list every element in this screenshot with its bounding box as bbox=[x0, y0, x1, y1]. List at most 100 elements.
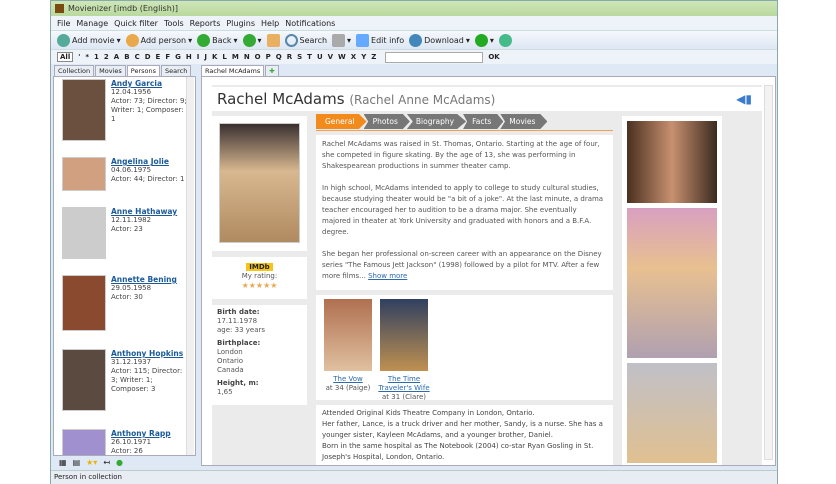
edit-info-button[interactable]: Edit info bbox=[356, 33, 404, 47]
gallery-photo[interactable] bbox=[627, 363, 717, 463]
person-list-item[interactable]: Anthony Rapp 26.10.1971 Actor: 26 bbox=[62, 429, 189, 455]
star-filter-icon[interactable]: ★▾ bbox=[86, 458, 97, 467]
alpha-filter-25[interactable]: U bbox=[317, 53, 323, 61]
add-person-button[interactable]: Add person ▾ bbox=[125, 33, 192, 47]
person-thumbnail[interactable] bbox=[62, 79, 106, 141]
alpha-filter-1[interactable]: ' bbox=[78, 53, 80, 61]
alpha-filter-29[interactable]: Y bbox=[361, 53, 366, 61]
back-icon[interactable]: ↤ bbox=[103, 458, 110, 467]
view-mode-icon[interactable]: ▦ bbox=[59, 458, 67, 467]
alpha-filter-20[interactable]: P bbox=[266, 53, 271, 61]
tab-search[interactable]: Search bbox=[161, 65, 192, 76]
person-name-link[interactable]: Andy Garcia bbox=[111, 79, 162, 88]
alpha-filter-30[interactable]: Z bbox=[371, 53, 376, 61]
alpha-filter-14[interactable]: J bbox=[204, 53, 207, 61]
menu-help[interactable]: Help bbox=[261, 19, 279, 28]
print-button[interactable]: ▾ bbox=[332, 33, 351, 47]
forward-button[interactable]: ▾ bbox=[242, 33, 262, 47]
alpha-filter-8[interactable]: D bbox=[145, 53, 151, 61]
alpha-search-input[interactable] bbox=[385, 51, 484, 63]
alpha-filter-10[interactable]: F bbox=[165, 53, 170, 61]
add-movie-button[interactable]: Add movie ▾ bbox=[57, 33, 121, 47]
menu-quick-filter[interactable]: Quick filter bbox=[114, 19, 158, 28]
details-scrollbar[interactable] bbox=[764, 85, 773, 460]
speaker-icon[interactable]: ◀▮ bbox=[736, 87, 752, 111]
menu-file[interactable]: File bbox=[57, 19, 70, 28]
movie-item[interactable]: The Time Traveler's Wife at 31 (Clare) bbox=[376, 299, 432, 402]
check-icon[interactable]: ● bbox=[116, 458, 123, 467]
rating-stars[interactable]: ★★★★★ bbox=[212, 282, 307, 290]
tab-movies[interactable]: Movies bbox=[500, 114, 548, 129]
alpha-filter-7[interactable]: C bbox=[135, 53, 140, 61]
alpha-filter-9[interactable]: E bbox=[156, 53, 161, 61]
person-list-item[interactable]: Anthony Hopkins 31.12.1937 Actor: 115; Di… bbox=[62, 349, 189, 411]
person-thumbnail[interactable] bbox=[62, 207, 106, 259]
person-name-link[interactable]: Angelina Jolie bbox=[111, 157, 169, 166]
alpha-filter-12[interactable]: H bbox=[186, 53, 192, 61]
tab-persons[interactable]: Persons bbox=[126, 65, 161, 76]
back-button[interactable]: Back ▾ bbox=[197, 33, 238, 47]
tab-biography[interactable]: Biography bbox=[406, 114, 467, 129]
tab-general[interactable]: General bbox=[316, 114, 367, 129]
menu-reports[interactable]: Reports bbox=[190, 19, 221, 28]
menu-notifications[interactable]: Notifications bbox=[285, 19, 335, 28]
gallery-photo[interactable] bbox=[627, 208, 717, 358]
alpha-filter-21[interactable]: Q bbox=[276, 53, 282, 61]
person-list-item[interactable]: Andy Garcia 12.04.1956 Actor: 73; Directo… bbox=[62, 79, 189, 141]
person-thumbnail[interactable] bbox=[62, 429, 106, 455]
alpha-filter-19[interactable]: O bbox=[255, 53, 261, 61]
alpha-filter-22[interactable]: R bbox=[287, 53, 292, 61]
tab-movies[interactable]: Movies bbox=[95, 65, 126, 76]
alpha-filter-all[interactable]: All bbox=[57, 52, 74, 62]
search-button[interactable]: Search bbox=[284, 33, 327, 47]
alpha-ok-button[interactable]: OK bbox=[488, 53, 499, 61]
person-thumbnail[interactable] bbox=[62, 275, 106, 331]
movie-poster[interactable] bbox=[324, 299, 372, 371]
alpha-filter-16[interactable]: L bbox=[222, 53, 226, 61]
menu-manage[interactable]: Manage bbox=[76, 19, 108, 28]
play-button[interactable]: ▾ bbox=[474, 33, 494, 47]
new-tab-button[interactable]: ✚ bbox=[265, 65, 279, 76]
alpha-filter-17[interactable]: M bbox=[232, 53, 239, 61]
tab-rachel-mcadams[interactable]: Rachel McAdams bbox=[201, 65, 265, 76]
tab-photos[interactable]: Photos bbox=[363, 114, 410, 129]
alpha-filter-3[interactable]: 1 bbox=[94, 53, 99, 61]
movie-title-link[interactable]: The Vow bbox=[333, 375, 363, 383]
person-name-link[interactable]: Anthony Rapp bbox=[111, 429, 171, 438]
alpha-filter-27[interactable]: W bbox=[338, 53, 346, 61]
alpha-filter-15[interactable]: K bbox=[212, 53, 217, 61]
tab-collection[interactable]: Collection bbox=[54, 65, 95, 76]
alpha-filter-6[interactable]: B bbox=[124, 53, 129, 61]
movie-poster[interactable] bbox=[380, 299, 428, 371]
person-list-item[interactable]: Angelina Jolie 04.06.1975 Actor: 44; Dire… bbox=[62, 157, 189, 191]
home-button[interactable] bbox=[266, 33, 280, 47]
movie-item[interactable]: The Vow at 34 (Paige) bbox=[320, 299, 376, 393]
download-button[interactable]: Download ▾ bbox=[409, 33, 470, 47]
person-name-link[interactable]: Annette Bening bbox=[111, 275, 177, 284]
menu-tools[interactable]: Tools bbox=[164, 19, 184, 28]
alpha-filter-5[interactable]: A bbox=[114, 53, 119, 61]
person-name-link[interactable]: Anne Hathaway bbox=[111, 207, 177, 216]
movie-title-link[interactable]: The Time Traveler's Wife bbox=[378, 375, 429, 392]
alpha-filter-11[interactable]: G bbox=[175, 53, 181, 61]
alpha-filter-26[interactable]: V bbox=[328, 53, 333, 61]
grid-icon[interactable]: ▤ bbox=[73, 458, 81, 467]
alpha-filter-2[interactable]: * bbox=[85, 53, 89, 61]
person-thumbnail[interactable] bbox=[62, 349, 106, 411]
sync-button[interactable] bbox=[498, 33, 512, 47]
gallery-photo[interactable] bbox=[627, 121, 717, 203]
menu-plugins[interactable]: Plugins bbox=[226, 19, 255, 28]
alpha-filter-23[interactable]: S bbox=[297, 53, 302, 61]
alpha-filter-28[interactable]: X bbox=[351, 53, 356, 61]
show-more-link[interactable]: Show more bbox=[368, 272, 407, 280]
tab-facts[interactable]: Facts bbox=[463, 114, 504, 129]
imdb-badge[interactable]: IMDb bbox=[246, 263, 273, 271]
person-list-item[interactable]: Anne Hathaway 12.11.1982 Actor: 23 bbox=[62, 207, 189, 259]
person-thumbnail[interactable] bbox=[62, 157, 106, 191]
alpha-filter-13[interactable]: I bbox=[197, 53, 200, 61]
alpha-filter-18[interactable]: N bbox=[244, 53, 250, 61]
alpha-filter-4[interactable]: 2 bbox=[104, 53, 109, 61]
person-name-link[interactable]: Anthony Hopkins bbox=[111, 349, 183, 358]
person-list-item[interactable]: Annette Bening 29.05.1958 Actor: 30 bbox=[62, 275, 189, 331]
alpha-filter-24[interactable]: T bbox=[307, 53, 312, 61]
